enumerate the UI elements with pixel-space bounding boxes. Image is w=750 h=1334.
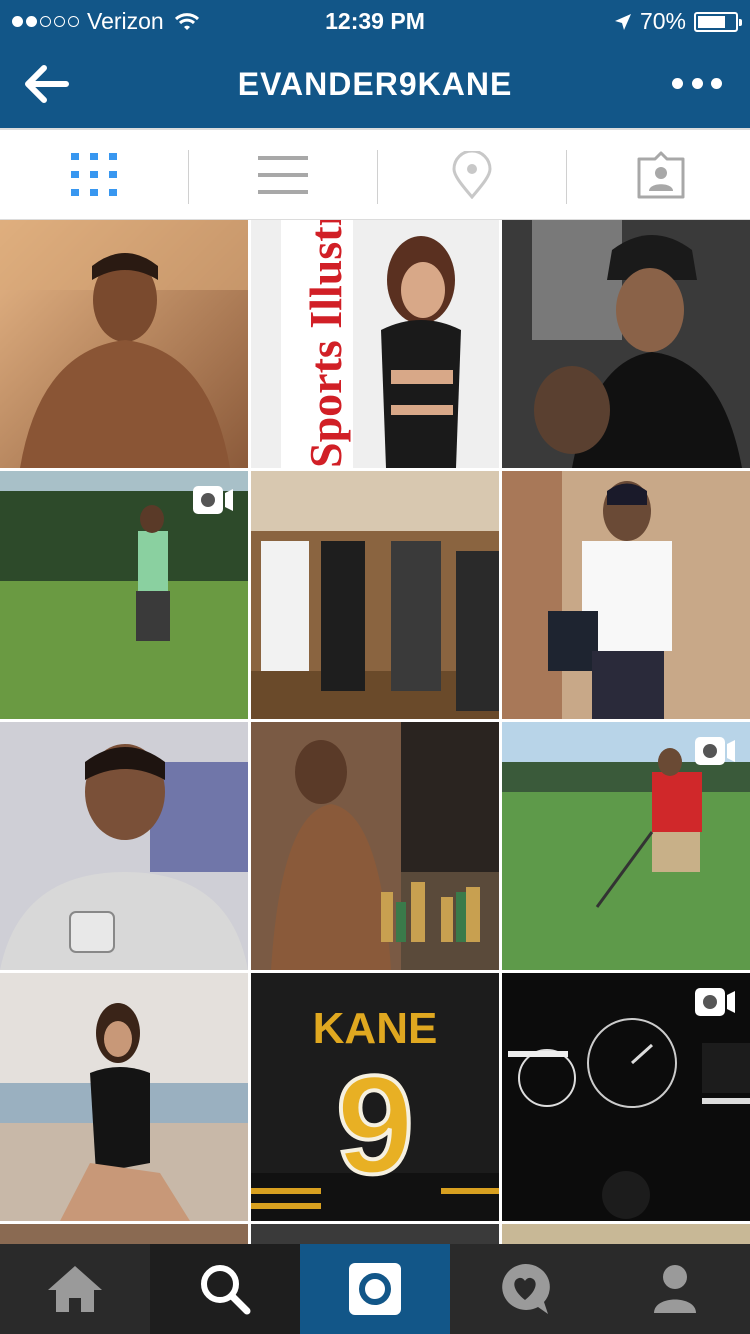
post-photo xyxy=(502,1224,750,1244)
list-icon xyxy=(257,156,308,194)
post-thumbnail[interactable] xyxy=(502,220,750,468)
post-photo xyxy=(251,722,499,970)
post-thumbnail[interactable] xyxy=(251,471,499,719)
tab-camera[interactable] xyxy=(300,1244,450,1334)
location-pin-icon xyxy=(451,151,492,199)
tab-profile[interactable] xyxy=(600,1244,750,1334)
post-thumbnail[interactable] xyxy=(502,722,750,970)
post-thumbnail[interactable]: KANE 9 xyxy=(251,973,499,1221)
post-thumbnail[interactable] xyxy=(251,722,499,970)
location-arrow-icon xyxy=(614,13,631,30)
camera-icon xyxy=(349,1263,401,1315)
post-photo xyxy=(0,1224,248,1244)
post-photo xyxy=(0,722,248,970)
more-options-button[interactable] xyxy=(672,70,722,96)
video-camera-icon xyxy=(193,486,233,514)
tab-search[interactable] xyxy=(150,1244,300,1334)
status-right: 70% xyxy=(614,8,742,35)
post-photo: Sports Illustrated xyxy=(251,220,499,468)
tab-home[interactable] xyxy=(0,1244,150,1334)
post-photo xyxy=(251,471,499,719)
status-bar: Verizon 12:39 PM 70% xyxy=(0,0,750,40)
post-thumbnail-partial[interactable] xyxy=(251,1224,499,1244)
post-thumbnail-partial[interactable] xyxy=(0,1224,248,1244)
tagged-person-icon xyxy=(637,151,684,199)
tab-list-view[interactable] xyxy=(189,130,376,220)
heart-bubble-icon xyxy=(502,1263,550,1314)
post-thumbnail[interactable] xyxy=(502,471,750,719)
page-title: EVANDER9KANE xyxy=(237,66,513,102)
magazine-logo-text: Sports Illustrated xyxy=(300,220,351,468)
search-icon xyxy=(201,1265,251,1315)
battery-percent: 70% xyxy=(639,8,686,34)
post-thumbnail[interactable] xyxy=(0,220,248,468)
post-thumbnail[interactable]: Sports Illustrated xyxy=(251,220,499,468)
grid-icon xyxy=(70,153,117,196)
battery-icon xyxy=(694,11,742,32)
post-thumbnail-partial[interactable] xyxy=(502,1224,750,1244)
post-thumbnail[interactable] xyxy=(502,973,750,1221)
post-thumbnail[interactable] xyxy=(0,973,248,1221)
tab-map-view[interactable] xyxy=(378,130,565,220)
post-photo xyxy=(502,471,750,719)
post-photo: KANE 9 xyxy=(251,973,499,1221)
post-thumbnail[interactable] xyxy=(0,471,248,719)
jersey-number: 9 xyxy=(336,1046,414,1203)
profile-icon xyxy=(654,1265,696,1313)
nav-bar: EVANDER9KANE xyxy=(0,40,750,128)
tab-tagged-photos[interactable] xyxy=(567,130,750,220)
post-photo xyxy=(0,220,248,468)
post-photo xyxy=(0,973,248,1221)
profile-view-tabs xyxy=(0,128,750,220)
video-camera-icon xyxy=(695,737,735,765)
tab-grid-view[interactable] xyxy=(0,130,187,220)
more-dots-icon xyxy=(672,77,683,89)
post-photo xyxy=(251,1224,499,1244)
post-thumbnail[interactable] xyxy=(0,722,248,970)
home-icon xyxy=(48,1266,102,1312)
photo-grid: Sports Illustrated KANE 9 xyxy=(0,220,750,1244)
post-photo xyxy=(502,220,750,468)
video-camera-icon xyxy=(695,988,735,1016)
app-header: Verizon 12:39 PM 70% EVANDER9KANE xyxy=(0,0,750,128)
tab-activity[interactable] xyxy=(450,1244,600,1334)
bottom-tab-bar xyxy=(0,1244,750,1334)
